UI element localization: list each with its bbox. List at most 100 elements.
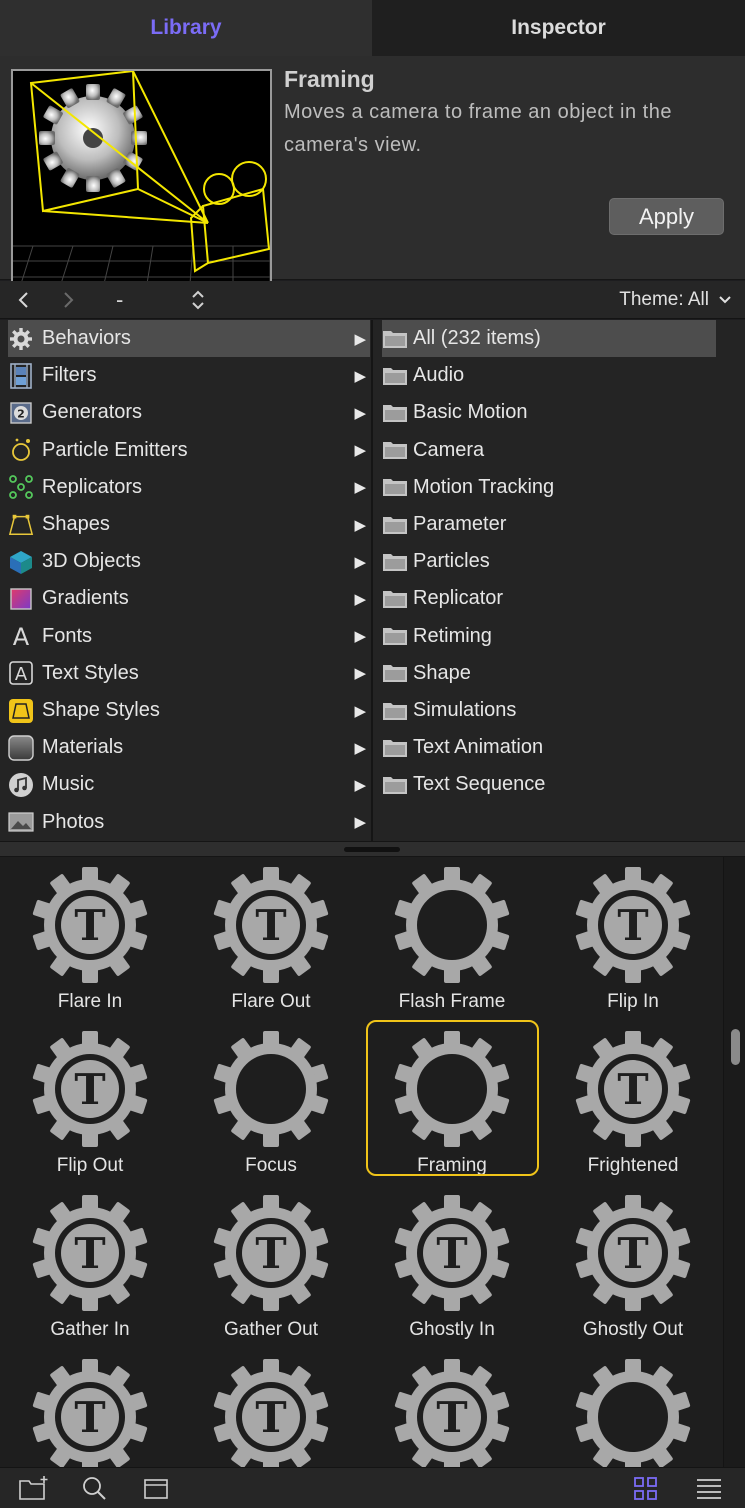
location-stepper[interactable] <box>190 281 206 319</box>
subcategory-label: Shape <box>413 661 471 684</box>
selection-highlight <box>366 1020 539 1176</box>
subcategory-item[interactable]: Text Animation <box>382 729 716 766</box>
subcategory-item[interactable]: Text Sequence <box>382 766 716 803</box>
behavior-item[interactable] <box>543 1357 703 1467</box>
subcategory-label: Text Animation <box>413 736 544 759</box>
film-icon <box>8 362 34 389</box>
subcategory-item[interactable]: Motion Tracking <box>382 469 716 506</box>
disclosure-arrow-icon: ▶ <box>354 776 366 794</box>
svg-text:T: T <box>74 1393 105 1442</box>
subcategory-label: Parameter <box>413 513 507 535</box>
behavior-item[interactable]: T <box>0 1357 160 1467</box>
subcategory-item[interactable]: Basic Motion <box>382 394 716 431</box>
behavior-item[interactable]: T Flare Out <box>181 865 341 1025</box>
category-item-filters[interactable]: Filters ▶ <box>8 357 370 394</box>
theme-popup[interactable]: Theme: All <box>619 281 733 319</box>
subcategory-item[interactable]: Shape <box>382 655 716 692</box>
category-item-3d-objects[interactable]: 3D Objects ▶ <box>8 543 370 580</box>
category-item-shape-styles[interactable]: Shape Styles ▶ <box>8 692 370 729</box>
new-folder-button[interactable] <box>18 1474 48 1504</box>
subcategory-item[interactable]: Particles <box>382 543 716 580</box>
icon-view-button[interactable] <box>631 1474 661 1504</box>
category-item-music[interactable]: Music ▶ <box>8 766 370 803</box>
category-item-particle-emitters[interactable]: Particle Emitters ▶ <box>8 432 370 469</box>
back-button[interactable] <box>16 281 30 319</box>
gear-icon <box>8 326 34 352</box>
behavior-item[interactable]: T Flip In <box>543 865 703 1025</box>
category-label: Gradients <box>42 587 129 610</box>
category-item-fonts[interactable]: A Fonts ▶ <box>8 618 370 655</box>
subcategory-item[interactable]: Retiming <box>382 618 716 655</box>
category-item-text-styles[interactable]: A Text Styles ▶ <box>8 655 370 692</box>
behavior-item[interactable]: T Frightened <box>543 1029 703 1189</box>
grid-view-icon <box>634 1477 657 1500</box>
category-item-shapes[interactable]: Shapes ▶ <box>8 506 370 543</box>
behavior-item[interactable]: T Ghostly In <box>362 1193 522 1353</box>
preview-title: Framing <box>284 66 375 92</box>
chevron-right-icon <box>64 292 74 308</box>
category-label: Fonts <box>42 624 93 647</box>
behavior-item[interactable]: T Gather In <box>0 1193 160 1353</box>
generator-icon: 2 <box>8 400 34 426</box>
subcategory-label: All (232 items) <box>413 327 541 349</box>
subcategory-label: Basic Motion <box>413 401 528 424</box>
tab-inspector[interactable]: Inspector <box>372 0 745 56</box>
category-label: Shapes <box>42 513 110 535</box>
folder-icon <box>382 439 413 461</box>
svg-text:T: T <box>255 1393 286 1442</box>
behavior-item[interactable]: T <box>362 1357 522 1467</box>
disclosure-arrow-icon: ▶ <box>354 590 366 608</box>
shape-icon <box>8 512 34 538</box>
scrollbar-thumb[interactable] <box>731 1029 740 1065</box>
behavior-item[interactable]: T Ghostly Out <box>543 1193 703 1353</box>
apply-button[interactable]: Apply <box>609 198 724 235</box>
behavior-item[interactable]: T Gather Out <box>181 1193 341 1353</box>
svg-text:T: T <box>617 1065 648 1114</box>
text-behavior-gear-icon: T <box>213 1359 329 1467</box>
splitter-grip[interactable] <box>344 847 400 852</box>
text-behavior-gear-icon: T <box>213 867 329 983</box>
preview-toggle-button[interactable] <box>142 1474 172 1504</box>
subcategory-item[interactable]: Parameter <box>382 506 716 543</box>
behavior-item[interactable]: Focus <box>181 1029 341 1189</box>
subcategory-item[interactable]: Simulations <box>382 692 716 729</box>
location-popup[interactable]: - <box>116 281 123 319</box>
svg-text:T: T <box>255 1229 286 1278</box>
behavior-item[interactable]: T <box>181 1357 341 1467</box>
behavior-item[interactable]: Flash Frame <box>362 865 522 1025</box>
disclosure-arrow-icon: ▶ <box>354 702 366 720</box>
text-behavior-gear-icon: T <box>394 1359 510 1467</box>
category-item-behaviors[interactable]: Behaviors ▶ <box>8 320 370 357</box>
forward-button[interactable] <box>62 281 76 319</box>
subcategory-label: Audio <box>413 364 465 387</box>
text-behavior-gear-icon: T <box>32 1031 148 1147</box>
folder-icon <box>382 551 413 573</box>
grid-scrollbar[interactable] <box>723 857 745 1467</box>
behavior-item[interactable]: T Flip Out <box>0 1029 160 1189</box>
category-item-generators[interactable]: 2 Generators ▶ <box>8 394 370 431</box>
category-label: Filters <box>42 364 97 387</box>
subcategory-item[interactable]: Replicator <box>382 580 716 617</box>
svg-text:T: T <box>255 901 286 950</box>
category-item-photos[interactable]: Photos ▶ <box>8 804 370 841</box>
search-button[interactable] <box>80 1474 110 1504</box>
svg-text:T: T <box>436 1393 467 1442</box>
category-item-replicators[interactable]: Replicators ▶ <box>8 469 370 506</box>
subcategory-item[interactable]: All (232 items) <box>382 320 716 357</box>
subcategory-item[interactable]: Audio <box>382 357 716 394</box>
preview-description: Moves a camera to frame an object in the… <box>284 101 672 156</box>
library-nav-bar: - Theme: All <box>0 281 745 319</box>
list-view-button[interactable] <box>694 1474 724 1504</box>
disclosure-arrow-icon: ▶ <box>354 814 366 832</box>
emitter-icon <box>8 437 34 463</box>
svg-text:T: T <box>436 1229 467 1278</box>
category-item-materials[interactable]: Materials ▶ <box>8 729 370 766</box>
subcategory-item[interactable]: Camera <box>382 432 716 469</box>
pane-splitter[interactable] <box>0 841 745 857</box>
category-label: Music <box>42 773 95 796</box>
category-label: Photos <box>42 810 105 833</box>
tab-library[interactable]: Library <box>0 0 372 56</box>
behavior-item[interactable]: T Flare In <box>0 865 160 1025</box>
category-item-gradients[interactable]: Gradients ▶ <box>8 580 370 617</box>
subcategory-label: Replicator <box>413 587 504 610</box>
